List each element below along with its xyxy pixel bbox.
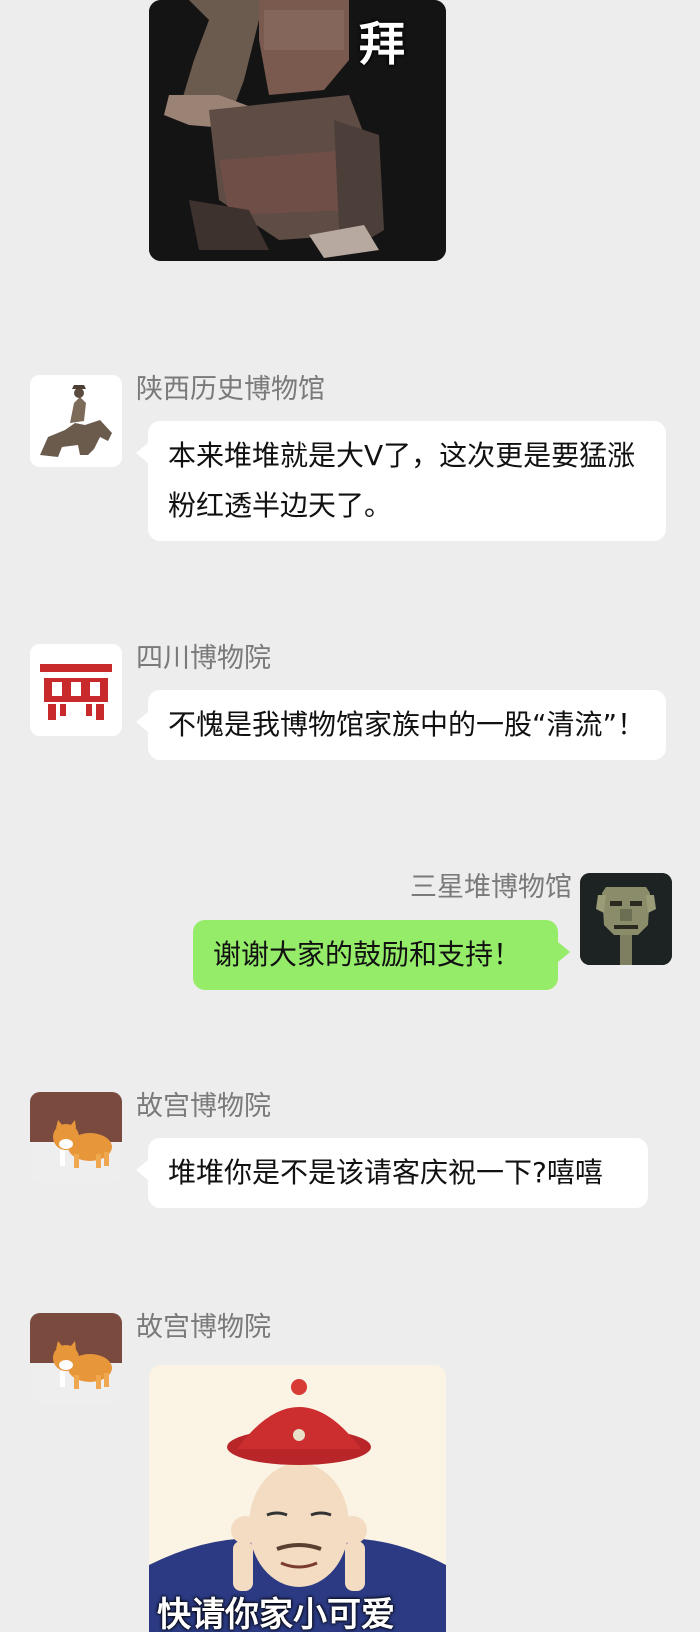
message-bubble[interactable]: 本来堆堆就是大V了，这次更是要猛涨粉红透半边天了。: [136, 421, 666, 541]
sticker-caption: 快请你家小可爱: [157, 1595, 395, 1632]
sichuan-museum-logo-icon: [30, 644, 122, 736]
orange-cat-icon: [30, 1092, 122, 1184]
sender-name: 四川博物院: [136, 643, 271, 674]
sticker-caption: 拜: [359, 17, 405, 71]
avatar-palace-museum[interactable]: [30, 1313, 122, 1405]
avatar-sichuan-museum[interactable]: [30, 644, 122, 736]
sticker-image-cute[interactable]: 快请你家小可爱: [149, 1365, 446, 1632]
message-bubble-outgoing[interactable]: 谢谢大家的鼓励和支持！: [193, 920, 570, 990]
avatar-palace-museum[interactable]: [30, 1092, 122, 1184]
orange-cat-icon: [30, 1313, 122, 1405]
message-bubble[interactable]: 堆堆你是不是该请客庆祝一下?嘻嘻: [136, 1138, 648, 1208]
avatar-shaanxi-history-museum[interactable]: [30, 375, 122, 467]
message-bubble[interactable]: 不愧是我博物馆家族中的一股“清流”！: [136, 690, 666, 760]
avatar-sanxingdui-museum[interactable]: [580, 873, 672, 965]
bronze-mask-icon: [580, 873, 672, 965]
sender-name: 故宫博物院: [136, 1091, 271, 1122]
sticker-image-bow[interactable]: 拜: [149, 0, 446, 261]
sender-name: 陕西历史博物馆: [136, 374, 325, 405]
horse-rider-statue-icon: [30, 375, 122, 467]
sender-name: 故宫博物院: [136, 1312, 271, 1343]
sender-name: 三星堆博物馆: [410, 872, 572, 903]
